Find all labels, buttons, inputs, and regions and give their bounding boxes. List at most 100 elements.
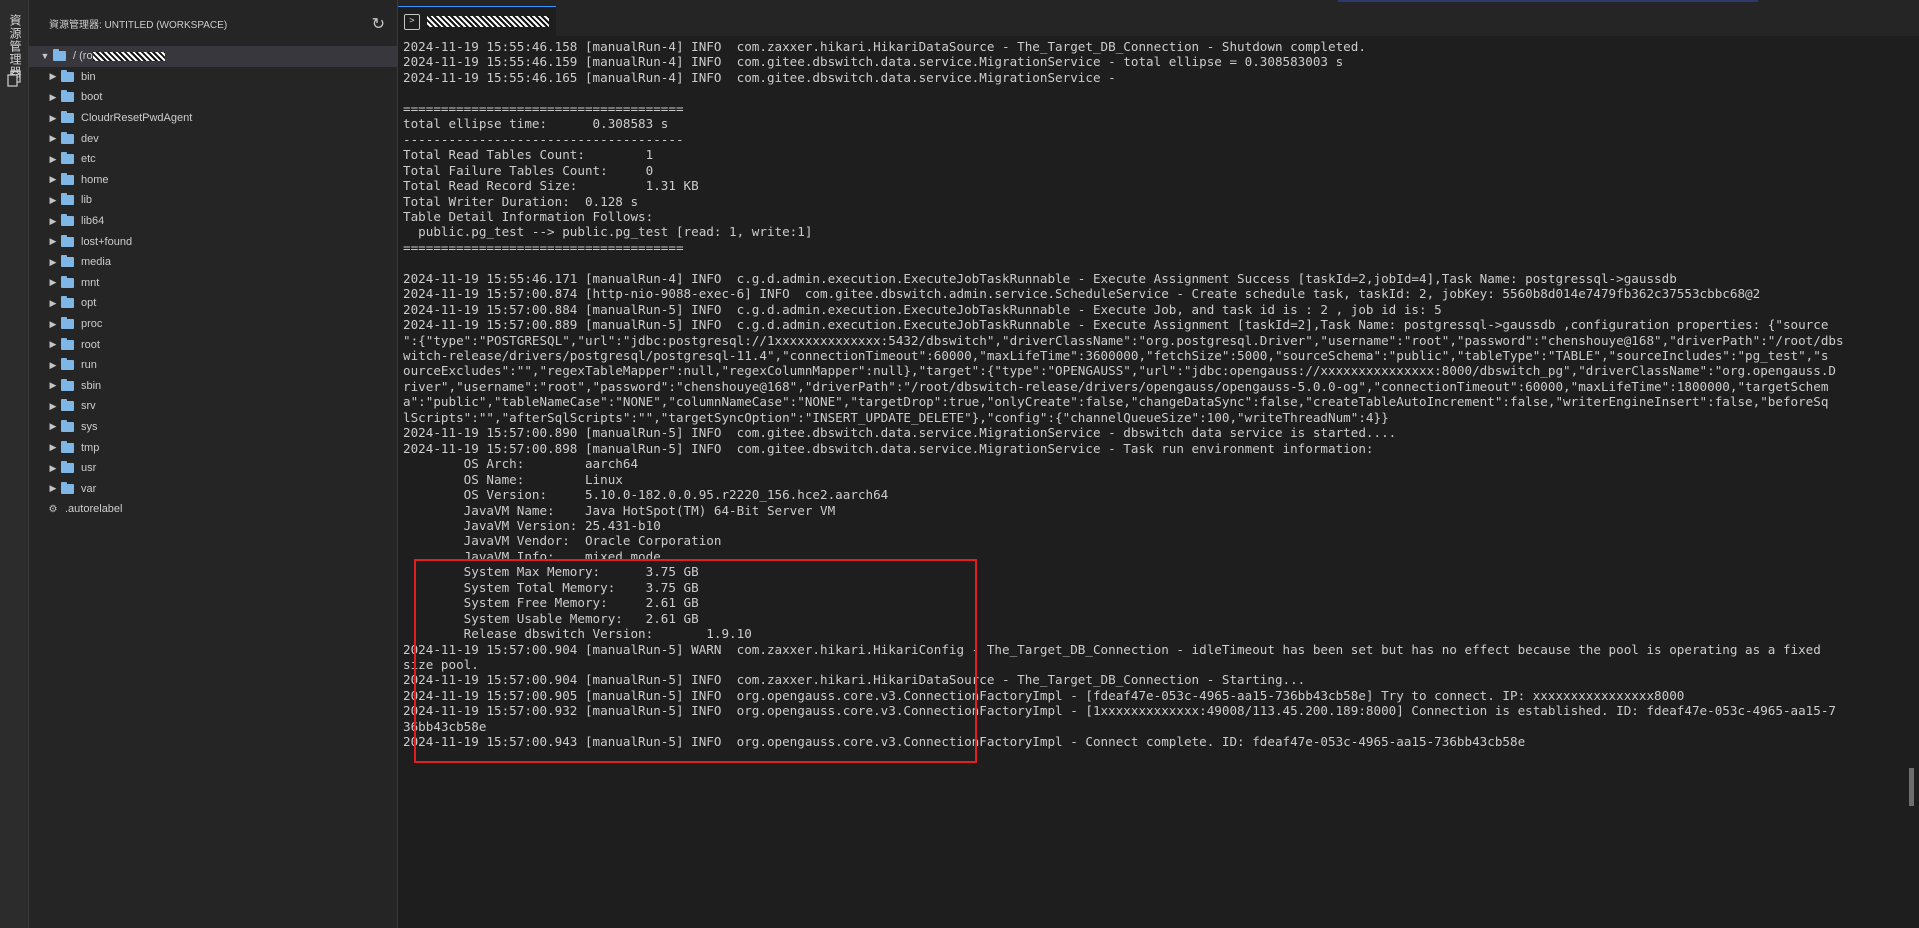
tree-root[interactable]: ▼ / (ro (29, 46, 397, 67)
chevron-right-icon[interactable]: ▶ (45, 92, 61, 103)
tree-folder-item[interactable]: ▶ lib64 (29, 211, 397, 232)
tree-folder-label: CloudrResetPwdAgent (81, 112, 193, 125)
chevron-right-icon[interactable]: ▶ (45, 401, 61, 412)
activity-bar: 資源管理器 (0, 0, 29, 928)
folder-icon (53, 49, 66, 62)
tree-folder-label: media (81, 256, 111, 269)
tree-folder-label: etc (81, 153, 96, 166)
gear-icon: ⚙ (48, 503, 58, 515)
chevron-right-icon[interactable]: ▶ (45, 216, 61, 227)
folder-icon (61, 358, 74, 371)
tree-folder-item[interactable]: ▶ media (29, 252, 397, 273)
folder-icon (61, 378, 74, 391)
tree-folder-item[interactable]: ▶ home (29, 170, 397, 191)
tree-folder-label: sbin (81, 379, 102, 392)
chevron-right-icon[interactable]: ▶ (45, 113, 61, 124)
tab-bar: > (398, 0, 1919, 37)
folder-icon (61, 234, 74, 247)
redacted-tab-title (427, 16, 549, 27)
terminal-line: 2024-11-19 15:55:46.165 [manualRun-4] IN… (403, 69, 1116, 85)
tree-folder-label: srv (81, 400, 96, 413)
refresh-icon[interactable]: ↻ (372, 14, 385, 33)
tree-folder-label: dev (81, 132, 99, 145)
explorer-title: 資源管理器: UNTITLED (WORKSPACE) (49, 19, 228, 31)
folder-icon (61, 255, 74, 268)
folder-icon (61, 90, 74, 103)
chevron-right-icon[interactable]: ▶ (45, 380, 61, 391)
tree-folder-label: lib64 (81, 215, 105, 228)
tab-terminal[interactable]: > (398, 6, 556, 36)
tree-folder-label: usr (81, 462, 97, 475)
tree-folder-label: lost+found (81, 235, 133, 248)
tree-folder-item[interactable]: ▶ sys (29, 417, 397, 438)
tree-folder-label: bin (81, 70, 96, 83)
chevron-right-icon[interactable]: ▶ (45, 360, 61, 371)
tree-folder-item[interactable]: ▶ root (29, 334, 397, 355)
tree-folder-label: root (81, 338, 100, 351)
tree-folder-item[interactable]: ▶ usr (29, 458, 397, 479)
file-tree: ▼ / (ro ▶ bin ▶ boot ▶ CloudrResetPwdAgent ▶ de… (29, 46, 397, 520)
tree-folder-item[interactable]: ▶ proc (29, 314, 397, 335)
tree-folder-item[interactable]: ▶ run (29, 355, 397, 376)
files-icon[interactable] (6, 70, 22, 88)
tree-folder-item[interactable]: ▶ sbin (29, 376, 397, 397)
chevron-right-icon[interactable]: ▶ (45, 442, 61, 453)
tree-folder-item[interactable]: ▶ dev (29, 128, 397, 149)
folder-icon (61, 461, 74, 474)
chevron-right-icon[interactable]: ▶ (45, 133, 61, 144)
chevron-right-icon[interactable]: ▶ (45, 277, 61, 288)
tree-folder-item[interactable]: ▶ CloudrResetPwdAgent (29, 108, 397, 129)
chevron-right-icon[interactable]: ▶ (45, 174, 61, 185)
tree-folder-item[interactable]: ▶ bin (29, 67, 397, 88)
tree-folder-label: run (81, 359, 97, 372)
terminal-output[interactable]: 2024-11-19 15:55:46.158 [manualRun-4] IN… (398, 37, 1908, 928)
explorer-header: 資源管理器: UNTITLED (WORKSPACE) ↻ (29, 0, 397, 46)
chevron-right-icon[interactable]: ▶ (45, 257, 61, 268)
terminal-icon: > (404, 13, 420, 30)
tree-folder-item[interactable]: ▶ boot (29, 87, 397, 108)
tree-folder-label: home (81, 173, 109, 186)
chevron-right-icon[interactable]: ▶ (45, 339, 61, 350)
folder-icon (61, 419, 74, 432)
tree-folder-label: tmp (81, 441, 100, 454)
tree-file-label: .autorelabel (65, 503, 123, 516)
tree-folder-label: opt (81, 297, 97, 310)
tree-folder-item[interactable]: ▶ opt (29, 293, 397, 314)
chevron-right-icon[interactable]: ▶ (45, 195, 61, 206)
chevron-right-icon[interactable]: ▶ (45, 319, 61, 330)
redacted-text (92, 51, 165, 61)
chevron-right-icon[interactable]: ▶ (45, 236, 61, 247)
tree-folder-item[interactable]: ▶ etc (29, 149, 397, 170)
folder-icon (61, 131, 74, 144)
folder-icon (61, 214, 74, 227)
chevron-right-icon[interactable]: ▶ (45, 154, 61, 165)
title-accent-line (1338, 0, 1758, 2)
chevron-down-icon[interactable]: ▼ (37, 51, 53, 61)
root-label: / (ro (73, 50, 93, 63)
tree-folder-item[interactable]: ▶ mnt (29, 273, 397, 294)
tree-folder-item[interactable]: ▶ tmp (29, 437, 397, 458)
tree-folder-item[interactable]: ▶ srv (29, 396, 397, 417)
folder-icon (61, 481, 74, 494)
folder-icon (61, 317, 74, 330)
folder-icon (61, 69, 74, 82)
explorer-sidebar: 資源管理器: UNTITLED (WORKSPACE) ↻ ▼ / (ro ▶ b… (29, 0, 398, 928)
chevron-right-icon[interactable]: ▶ (45, 71, 61, 82)
tree-folder-label: mnt (81, 276, 100, 289)
folder-icon (61, 193, 74, 206)
chevron-right-icon[interactable]: ▶ (45, 463, 61, 474)
tree-folder-item[interactable]: ▶ var (29, 478, 397, 499)
scrollbar-thumb[interactable] (1909, 768, 1914, 806)
tree-folder-label: proc (81, 318, 103, 331)
tree-folder-label: sys (81, 420, 98, 433)
highlight-box (414, 559, 977, 763)
tree-file-autorelabel[interactable]: ⚙ .autorelabel (29, 499, 397, 520)
terminal-line: ===================================== (403, 239, 684, 255)
chevron-right-icon[interactable]: ▶ (45, 483, 61, 494)
folder-icon (61, 399, 74, 412)
tree-folder-item[interactable]: ▶ lost+found (29, 231, 397, 252)
folder-icon (61, 440, 74, 453)
chevron-right-icon[interactable]: ▶ (45, 298, 61, 309)
chevron-right-icon[interactable]: ▶ (45, 421, 61, 432)
tree-folder-item[interactable]: ▶ lib (29, 190, 397, 211)
